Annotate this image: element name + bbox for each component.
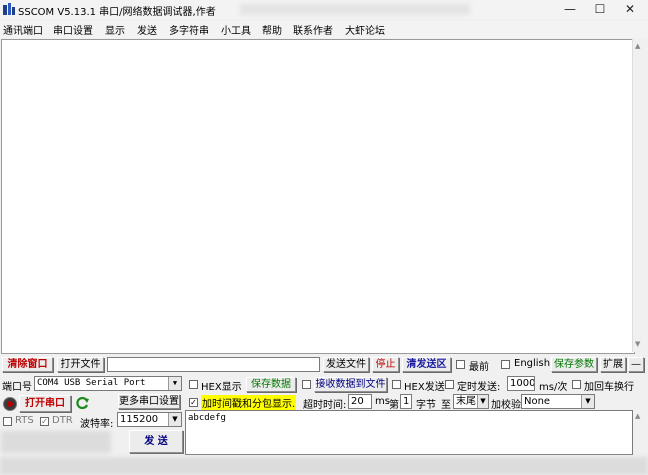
menu-serial-settings[interactable]: 串口设置 bbox=[53, 22, 93, 37]
save-data-button[interactable]: 保存数据 bbox=[246, 377, 296, 392]
menu-bar: 通讯端口 串口设置 显示 发送 多字符串 小工具 帮助 联系作者 大虾论坛 bbox=[0, 21, 648, 38]
send-button[interactable]: 发 送 bbox=[129, 430, 183, 453]
title-blur bbox=[240, 4, 470, 15]
receive-scrollbar[interactable]: ▲ ▼ bbox=[632, 39, 645, 352]
checksum-value: None bbox=[524, 396, 551, 407]
minimize-button[interactable]: — bbox=[555, 1, 585, 18]
byte-prefix: 第 bbox=[389, 400, 399, 411]
hex-display-checkbox[interactable] bbox=[189, 380, 198, 389]
recv-to-file-button[interactable]: 接收数据到文件 bbox=[314, 377, 387, 392]
menu-tools[interactable]: 小工具 bbox=[221, 22, 251, 37]
clear-send-button[interactable]: 清发送区 bbox=[402, 357, 451, 372]
add-newline-checkbox[interactable] bbox=[572, 380, 581, 389]
chevron-down-icon: ▼ bbox=[168, 377, 181, 390]
recv-to-file-checkbox[interactable] bbox=[302, 380, 311, 389]
byte-unit: 字节 bbox=[416, 400, 436, 411]
add-newline-label: 加回车换行 bbox=[584, 382, 634, 393]
menu-forum[interactable]: 大虾论坛 bbox=[345, 22, 385, 37]
receive-area[interactable] bbox=[1, 39, 635, 354]
scroll-up-icon[interactable]: ▲ bbox=[635, 412, 640, 420]
rts-label: RTS bbox=[15, 415, 34, 426]
open-file-button[interactable]: 打开文件 bbox=[57, 357, 104, 372]
send-textarea[interactable]: abcdefg bbox=[185, 410, 633, 455]
timestamp-label: 加时间戳和分包显示. bbox=[201, 395, 297, 410]
dtr-checkbox[interactable]: ✓ bbox=[40, 417, 49, 426]
refresh-icon[interactable] bbox=[76, 396, 90, 410]
hex-send-label: HEX发送 bbox=[404, 382, 445, 393]
menu-multi-string[interactable]: 多字符串 bbox=[169, 22, 209, 37]
end-select[interactable]: 末尾 ▼ bbox=[453, 394, 489, 409]
hex-send-checkbox[interactable] bbox=[392, 380, 401, 389]
dtr-label: DTR bbox=[52, 415, 73, 426]
window-title: SSCOM V5.13.1 串口/网络数据调试器,作者 bbox=[18, 7, 216, 18]
open-port-button[interactable]: 打开串口 bbox=[19, 395, 71, 412]
latest-label: 最前 bbox=[469, 362, 489, 373]
latest-checkbox[interactable] bbox=[456, 360, 465, 369]
clear-window-button[interactable]: 清除窗口 bbox=[2, 357, 53, 372]
chevron-down-icon: ▼ bbox=[477, 395, 488, 408]
timestamp-checkbox[interactable]: ✓ bbox=[189, 398, 198, 407]
obscured-region bbox=[1, 431, 111, 453]
checksum-label: 加校验 bbox=[491, 400, 521, 411]
english-checkbox[interactable] bbox=[501, 360, 510, 369]
baud-select[interactable]: 115200 ▼ bbox=[117, 412, 182, 427]
menu-send[interactable]: 发送 bbox=[137, 22, 157, 37]
timed-send-label: 定时发送: bbox=[457, 382, 501, 393]
baud-value: 115200 bbox=[120, 414, 159, 425]
scroll-down-icon[interactable]: ▼ bbox=[635, 340, 640, 348]
timeout-input[interactable]: 20 bbox=[348, 394, 372, 409]
english-label: English bbox=[514, 358, 551, 369]
menu-help[interactable]: 帮助 bbox=[262, 22, 282, 37]
close-button[interactable]: ✕ bbox=[615, 1, 645, 18]
file-path-input[interactable] bbox=[107, 357, 320, 372]
stop-button[interactable]: 停止 bbox=[372, 357, 399, 372]
timed-send-checkbox[interactable] bbox=[445, 380, 454, 389]
checksum-select[interactable]: None ▼ bbox=[521, 394, 595, 409]
maximize-button[interactable]: ☐ bbox=[585, 1, 615, 18]
end-value: 末尾 bbox=[456, 396, 476, 407]
menu-contact-author[interactable]: 联系作者 bbox=[293, 22, 333, 37]
interval-input[interactable]: 1000 bbox=[507, 376, 535, 391]
timeout-unit: ms bbox=[375, 396, 390, 407]
app-icon bbox=[3, 3, 15, 15]
status-bar bbox=[0, 457, 648, 475]
send-file-button[interactable]: 发送文件 bbox=[323, 357, 369, 372]
record-icon bbox=[3, 397, 17, 411]
port-select[interactable]: COM4 USB Serial Port ▼ bbox=[34, 376, 182, 391]
baud-label: 波特率: bbox=[80, 419, 114, 430]
port-label: 端口号 bbox=[2, 382, 32, 393]
expand-button[interactable]: 扩展 bbox=[600, 357, 626, 372]
hex-display-label: HEX显示 bbox=[201, 382, 242, 393]
save-params-button[interactable]: 保存参数 bbox=[551, 357, 597, 372]
collapse-button[interactable]: — bbox=[628, 357, 644, 372]
to-label: 至 bbox=[441, 400, 451, 411]
more-port-settings-button[interactable]: 更多串口设置 bbox=[118, 394, 180, 409]
port-value: COM4 USB Serial Port bbox=[37, 378, 146, 388]
menu-display[interactable]: 显示 bbox=[105, 22, 125, 37]
chevron-down-icon: ▼ bbox=[581, 395, 594, 408]
timeout-label: 超时时间: bbox=[303, 400, 347, 411]
chevron-down-icon: ▼ bbox=[168, 413, 181, 426]
scroll-up-icon[interactable]: ▲ bbox=[635, 42, 640, 50]
menu-comm-port[interactable]: 通讯端口 bbox=[3, 22, 43, 37]
byte-index-input[interactable]: 1 bbox=[400, 394, 412, 409]
title-bar: SSCOM V5.13.1 串口/网络数据调试器,作者 — ☐ ✕ bbox=[0, 0, 648, 19]
send-scrollbar[interactable]: ▲ bbox=[633, 410, 645, 455]
interval-unit: ms/次 bbox=[539, 382, 568, 393]
rts-checkbox[interactable] bbox=[3, 417, 12, 426]
